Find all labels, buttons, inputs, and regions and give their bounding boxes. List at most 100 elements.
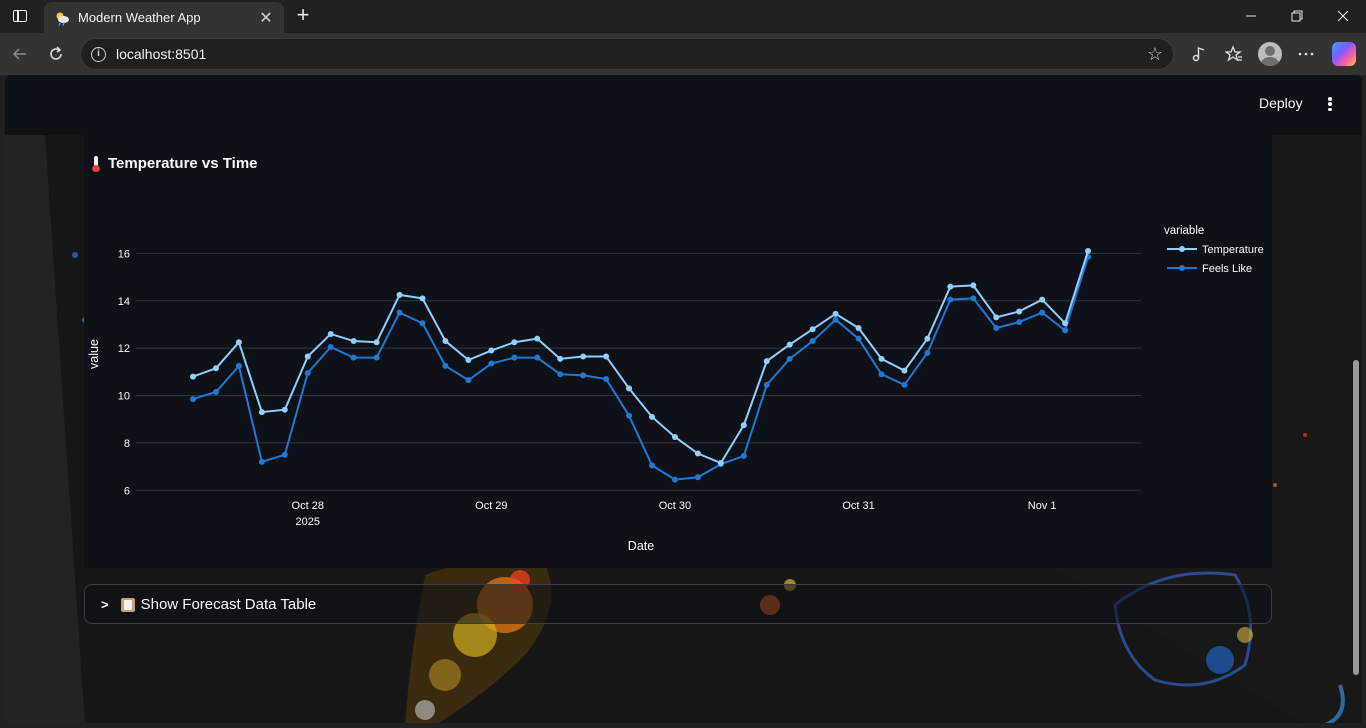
data-point (190, 396, 196, 403)
plus-icon[interactable]: + (292, 4, 314, 27)
x-axis-label: Date (628, 539, 654, 553)
data-point (809, 338, 816, 345)
legend-title: variable (1164, 225, 1204, 237)
data-point (993, 325, 1000, 332)
info-icon[interactable]: i (91, 46, 106, 62)
data-point (603, 375, 610, 382)
data-point (465, 377, 472, 384)
browser-titlebar: Modern Weather App ✕ + (0, 0, 1366, 33)
data-point (694, 474, 701, 481)
data-point (350, 338, 357, 345)
data-point (488, 360, 495, 367)
data-point (763, 381, 770, 388)
forecast-table-expander[interactable]: > Show Forecast Data Table (84, 584, 1272, 624)
data-point (327, 343, 334, 350)
address-bar[interactable]: i localhost:8501 ☆ (80, 38, 1174, 70)
x-tick-label: Oct 30 (659, 500, 691, 512)
data-point (786, 355, 793, 362)
data-point (190, 373, 196, 380)
data-point (855, 325, 862, 332)
data-point (557, 371, 564, 378)
temperature-chart[interactable]: 6 8 10 12 14 16 Oct 28 2025 Oct 29 Oct 30 Oct 31 No… (84, 135, 1272, 568)
data-point (442, 338, 449, 345)
y-tick-label: 16 (118, 248, 130, 260)
series-line (192, 256, 1090, 481)
data-point (993, 314, 1000, 321)
more-icon[interactable] (1294, 42, 1318, 66)
data-point (511, 354, 518, 361)
data-point (717, 460, 724, 467)
data-point (763, 358, 770, 365)
url-text[interactable]: localhost:8501 (116, 46, 1147, 62)
data-point (419, 320, 426, 327)
data-point (304, 353, 311, 360)
legend-entry: Feels Like (1202, 263, 1252, 275)
browser-tab[interactable]: Modern Weather App ✕ (44, 2, 284, 33)
data-point (1016, 308, 1023, 315)
back-icon[interactable] (8, 42, 32, 66)
data-point (924, 349, 931, 356)
tab-title: Modern Weather App (78, 10, 201, 25)
data-point (878, 371, 885, 378)
y-axis-label: value (87, 339, 101, 369)
data-point (396, 291, 403, 298)
data-point (901, 367, 908, 374)
data-point (373, 339, 380, 346)
data-point (488, 347, 495, 354)
restore-icon[interactable] (1274, 5, 1320, 27)
expander-label: Show Forecast Data Table (140, 595, 317, 613)
y-tick-label: 12 (118, 343, 130, 355)
read-aloud-icon[interactable] (1187, 42, 1211, 66)
data-point (580, 353, 587, 360)
data-point (947, 296, 954, 303)
data-point (832, 316, 839, 323)
reload-icon[interactable] (44, 42, 68, 66)
sidebar-toggle-icon[interactable] (8, 5, 32, 27)
main-menu-icon[interactable] (1323, 95, 1337, 113)
legend-marker (1179, 246, 1185, 252)
data-point (534, 354, 541, 361)
x-tick-label: Oct 29 (475, 500, 507, 512)
series-line (192, 250, 1090, 465)
data-point (1062, 320, 1069, 327)
window-close-icon[interactable] (1320, 5, 1366, 27)
page-scrollbar[interactable] (1353, 360, 1359, 675)
clipboard-icon (120, 596, 135, 612)
star-icon[interactable]: ☆ (1147, 44, 1163, 65)
chart-legend[interactable]: variable Temperature Feels Like (1164, 225, 1264, 275)
x-tick-sublabel: 2025 (296, 516, 320, 528)
data-point (235, 339, 242, 346)
data-point (924, 335, 931, 342)
x-tick-label: Oct 28 (292, 500, 324, 512)
legend-entry: Temperature (1202, 244, 1264, 256)
data-point (580, 372, 587, 379)
favorites-icon[interactable] (1222, 42, 1246, 66)
app-header: Deploy (5, 75, 1362, 135)
data-point (258, 458, 265, 465)
y-tick-label: 6 (124, 485, 130, 497)
y-tick-label: 10 (118, 391, 130, 403)
weather-favicon-icon (56, 12, 69, 26)
data-point (671, 433, 678, 440)
data-point (786, 341, 793, 348)
data-point (603, 353, 610, 360)
copilot-icon[interactable] (1332, 42, 1356, 66)
data-point (419, 295, 426, 302)
minimize-icon[interactable] (1228, 5, 1274, 27)
data-point (626, 412, 633, 419)
data-point (212, 388, 219, 395)
data-point (465, 357, 472, 363)
data-point (878, 355, 885, 362)
browser-navbar: i localhost:8501 ☆ (0, 33, 1366, 75)
y-tick-label: 14 (118, 296, 130, 308)
close-icon[interactable]: ✕ (258, 8, 274, 28)
data-point (327, 330, 334, 337)
legend-marker (1179, 265, 1185, 271)
data-point (832, 310, 839, 317)
series-layer (190, 248, 1092, 483)
data-point (442, 362, 449, 369)
data-point (258, 409, 265, 416)
profile-icon[interactable] (1258, 42, 1282, 66)
deploy-button[interactable]: Deploy (1259, 95, 1303, 111)
data-point (557, 355, 564, 362)
